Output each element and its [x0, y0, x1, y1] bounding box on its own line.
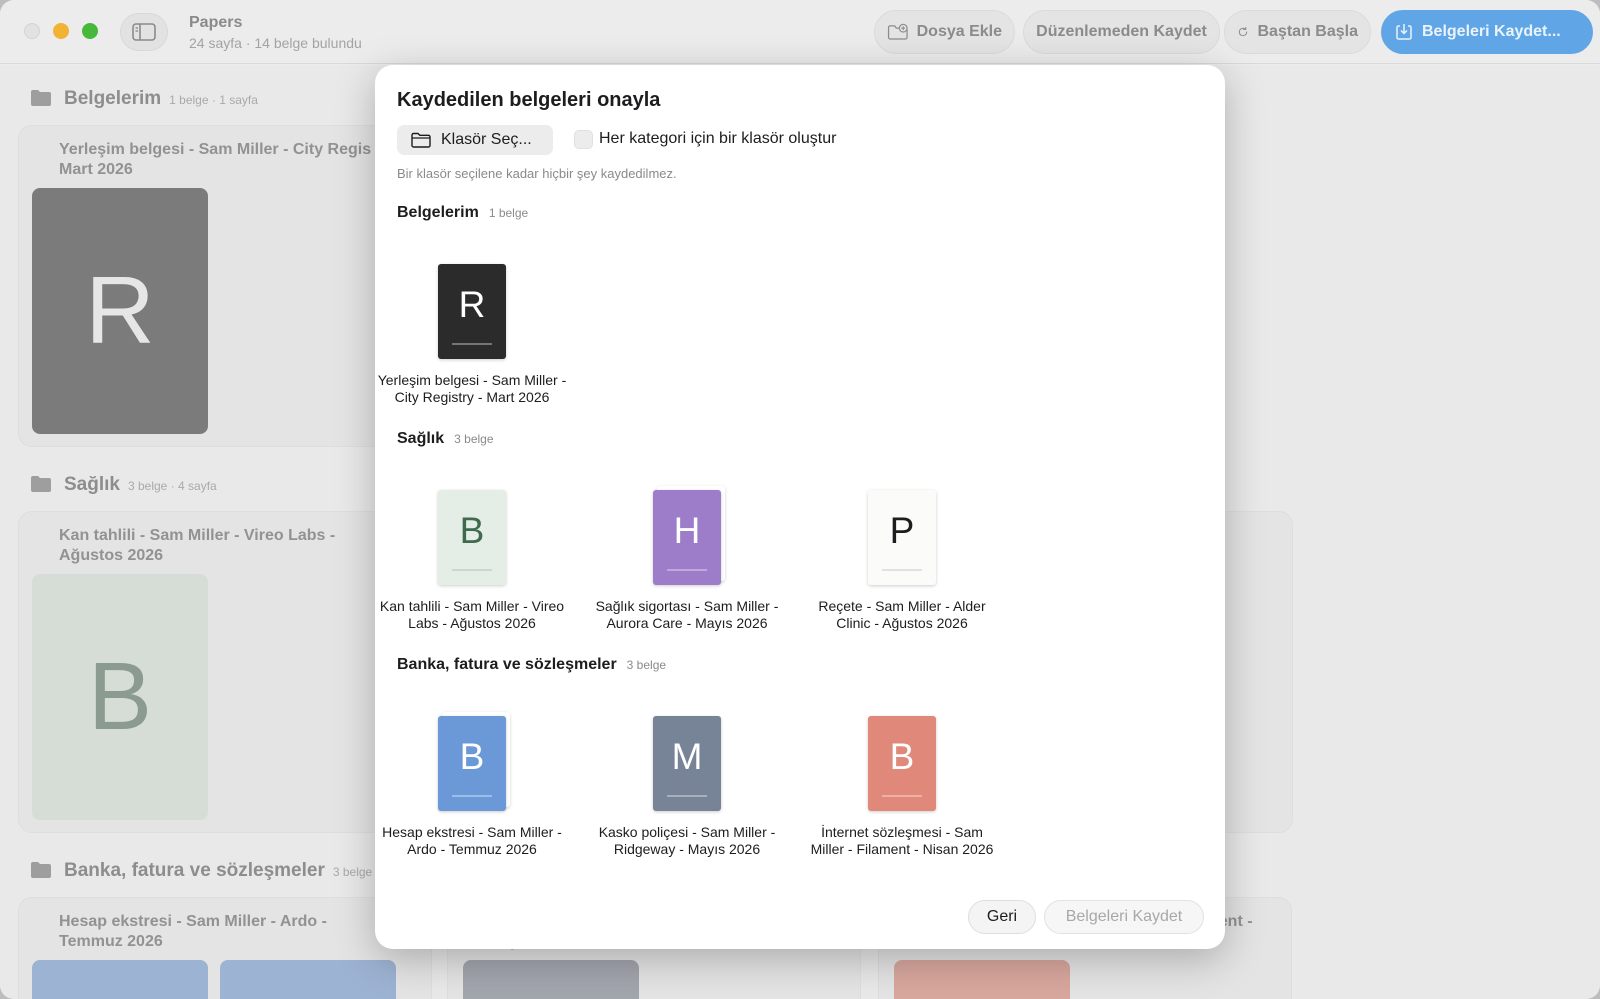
- section-title: Banka, fatura ve sözleşmeler: [64, 860, 325, 881]
- document-label: Kan tahlili - Sam Miller - Vireo Labs - …: [379, 598, 565, 631]
- folder-icon: [411, 132, 431, 148]
- document-item[interactable]: R Yerleşim belgesi - Sam Miller - City R…: [377, 264, 567, 406]
- choose-folder-label: Klasör Seç...: [441, 131, 532, 148]
- app-subtitle: 24 sayfa · 14 belge bulundu: [189, 35, 362, 51]
- document-item[interactable]: B Kan tahlili - Sam Miller - Vireo Labs …: [377, 490, 567, 632]
- restart-icon: [1238, 26, 1248, 37]
- choose-folder-button[interactable]: Klasör Seç...: [397, 125, 553, 155]
- sidebar-toggle-button[interactable]: [120, 13, 168, 51]
- per-category-folder-checkbox[interactable]: [574, 130, 593, 149]
- document-item[interactable]: M Kasko poliçesi - Sam Miller - Ridgeway…: [592, 716, 782, 858]
- section-meta: 3 belge: [332, 865, 373, 879]
- restart-label: Baştan Başla: [1257, 23, 1359, 40]
- category-title: Belgelerim: [397, 204, 479, 221]
- save-documents-toolbar-label: Belgeleri Kaydet...: [1422, 23, 1561, 40]
- document-thumbnail: M: [653, 716, 721, 811]
- category-title: Sağlık: [397, 430, 445, 447]
- confirm-save-dialog: Kaydedilen belgeleri onayla Klasör Seç..…: [375, 65, 1225, 949]
- card-title: Hesap ekstresi - Sam Miller - Ardo - Temm…: [59, 913, 327, 950]
- document-item[interactable]: B Hesap ekstresi - Sam Miller - Ardo - T…: [377, 712, 567, 858]
- toolbar: Papers 24 sayfa · 14 belge bulundu Dosya…: [0, 0, 1600, 64]
- card-title: Kan tahlili - Sam Miller - Vireo Labs -A…: [59, 527, 336, 564]
- sidebar-icon: [132, 23, 156, 41]
- document-item[interactable]: H Sağlık sigortası - Sam Miller - Aurora…: [592, 486, 782, 632]
- document-label: İnternet sözleşmesi - Sam Miller - Filam…: [810, 824, 994, 857]
- minimize-window-button[interactable]: [53, 23, 69, 39]
- document-thumbnail: B: [438, 490, 506, 585]
- close-window-button[interactable]: [24, 23, 40, 39]
- section-title: Sağlık: [64, 474, 120, 495]
- save-documents-toolbar-button[interactable]: Belgeleri Kaydet...: [1381, 10, 1593, 54]
- section-header: Belgelerim 1 belge · 1 sayfa: [30, 86, 258, 110]
- category-count: 1 belge: [488, 206, 529, 220]
- maximize-window-button[interactable]: [82, 23, 98, 39]
- add-file-label: Dosya Ekle: [916, 23, 1002, 40]
- document-label: Reçete - Sam Miller - Alder Clinic - Ağu…: [818, 598, 986, 631]
- folder-icon: [31, 90, 51, 106]
- save-without-editing-label: Düzenlemeden Kaydet: [1036, 23, 1207, 40]
- document-label: Sağlık sigortası - Sam Miller - Aurora C…: [595, 598, 779, 631]
- app-title: Papers: [189, 14, 243, 31]
- document-thumbnail: B: [868, 716, 936, 811]
- document-label: Kasko poliçesi - Sam Miller - Ridgeway -…: [598, 824, 776, 857]
- document-card[interactable]: Yerleşim belgesi - Sam Miller - City Reg…: [18, 125, 418, 447]
- category-title: Banka, fatura ve sözleşmeler: [397, 656, 617, 673]
- folder-plus-icon: [887, 23, 908, 40]
- dialog-hint: Bir klasör seçilene kadar hiçbir şey kay…: [397, 166, 677, 181]
- save-documents-button[interactable]: Belgeleri Kaydet: [1044, 900, 1204, 934]
- document-card[interactable]: Hesap ekstresi - Sam Miller - Ardo - Temm…: [18, 897, 432, 999]
- dialog-title: Kaydedilen belgeleri onayla: [397, 89, 661, 111]
- document-thumbnail: B: [32, 574, 208, 820]
- folder-icon: [31, 862, 51, 878]
- card-title: Yerleşim belgesi - Sam Miller - City Reg…: [59, 141, 372, 178]
- download-tray-icon: [1396, 24, 1412, 40]
- section-meta: 3 belge · 4 sayfa: [127, 479, 217, 493]
- category-count: 3 belge: [454, 432, 494, 446]
- document-thumbnail: R: [438, 264, 506, 359]
- document-label: Yerleşim belgesi - Sam Miller - City Reg…: [377, 372, 567, 405]
- document-thumbnail: B: [438, 716, 506, 811]
- category-count: 3 belge: [626, 658, 667, 672]
- section-header: Banka, fatura ve sözleşmeler 3 belge: [30, 858, 372, 882]
- document-thumbnail: R: [32, 188, 208, 434]
- document-label: Hesap ekstresi - Sam Miller - Ardo - Tem…: [382, 824, 562, 857]
- document-thumbnail: [894, 960, 1070, 999]
- app-window: Papers 24 sayfa · 14 belge bulundu Dosya…: [0, 0, 1600, 999]
- folder-icon: [31, 476, 51, 492]
- category-header: Banka, fatura ve sözleşmeler 3 belge: [397, 656, 666, 674]
- save-without-editing-button[interactable]: Düzenlemeden Kaydet: [1023, 10, 1220, 54]
- restart-button[interactable]: Baştan Başla: [1224, 10, 1371, 54]
- per-category-folder-label[interactable]: Her kategori için bir klasör oluştur: [599, 130, 836, 148]
- document-item[interactable]: P Reçete - Sam Miller - Alder Clinic - A…: [807, 490, 997, 632]
- document-thumbnail: [463, 960, 639, 999]
- document-thumbnail: [220, 960, 396, 999]
- document-item[interactable]: B İnternet sözleşmesi - Sam Miller - Fil…: [807, 716, 997, 858]
- category-header: Belgelerim 1 belge: [397, 204, 528, 222]
- back-button[interactable]: Geri: [968, 900, 1036, 934]
- category-header: Sağlık 3 belge: [397, 430, 494, 448]
- document-thumbnail: H: [653, 490, 721, 585]
- section-meta: 1 belge · 1 sayfa: [169, 93, 258, 107]
- section-title: Belgelerim: [64, 88, 162, 109]
- document-thumbnail: P: [868, 490, 936, 585]
- add-file-button[interactable]: Dosya Ekle: [874, 10, 1015, 54]
- section-header: Sağlık 3 belge · 4 sayfa: [30, 472, 217, 496]
- document-thumbnail: [32, 960, 208, 999]
